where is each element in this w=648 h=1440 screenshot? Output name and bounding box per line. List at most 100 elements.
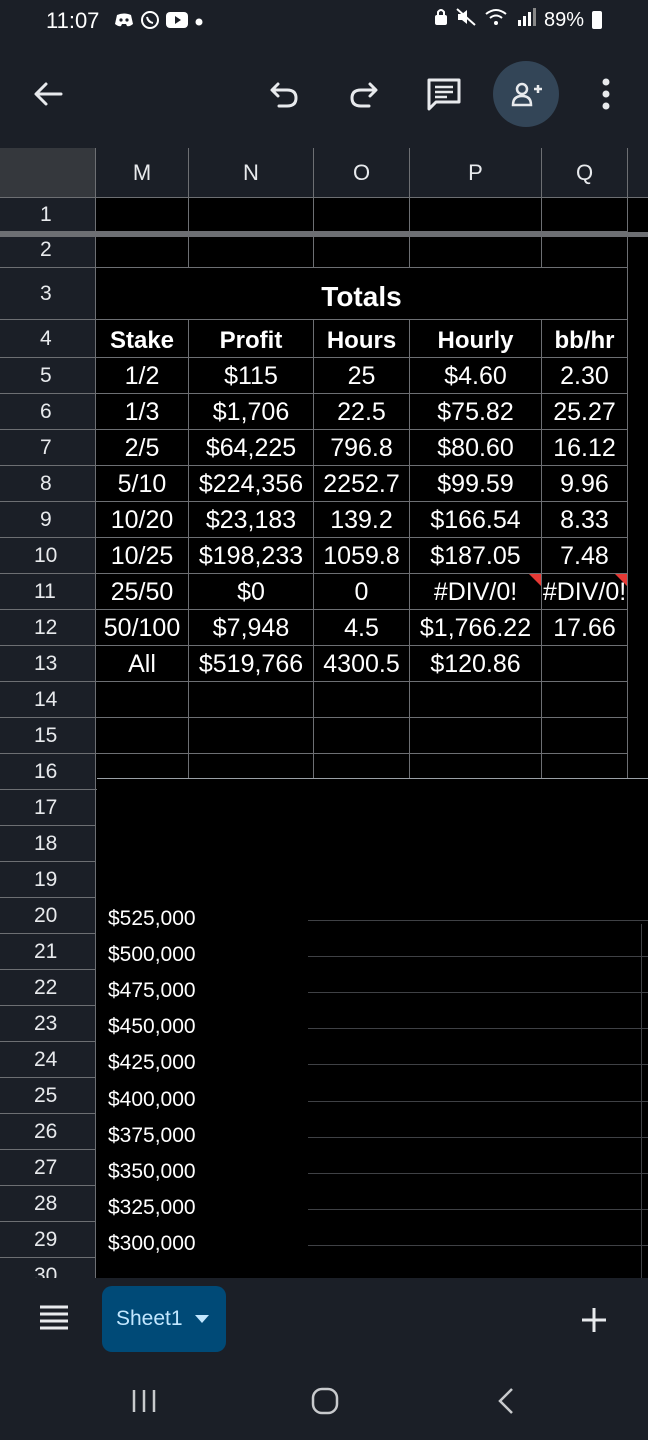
row-header-20[interactable]: 20 bbox=[0, 898, 96, 934]
data-cell[interactable]: 10/20 bbox=[96, 502, 189, 538]
row-header-18[interactable]: 18 bbox=[0, 826, 96, 862]
column-header-q[interactable]: Q bbox=[542, 148, 628, 198]
data-cell[interactable]: 16.12 bbox=[542, 430, 628, 466]
data-cell[interactable]: $75.82 bbox=[410, 394, 542, 430]
cell-empty[interactable] bbox=[410, 232, 542, 268]
row-header-23[interactable]: 23 bbox=[0, 1006, 96, 1042]
undo-button[interactable] bbox=[256, 66, 312, 122]
column-header-r[interactable] bbox=[628, 148, 648, 198]
spreadsheet-grid[interactable]: M N O P Q 1 2 3 4 5 6 7 8 9 10 11 12 13 14 15 16 17 18 19 2… bbox=[0, 148, 648, 1278]
data-cell[interactable]: All bbox=[96, 646, 189, 682]
row-header-16[interactable]: 16 bbox=[0, 754, 96, 790]
row-header-26[interactable]: 26 bbox=[0, 1114, 96, 1150]
data-cell[interactable]: 0 bbox=[314, 574, 410, 610]
row-header-15[interactable]: 15 bbox=[0, 718, 96, 754]
back-button[interactable] bbox=[20, 66, 76, 122]
header-cell-profit[interactable]: Profit bbox=[189, 320, 314, 358]
cell-empty[interactable] bbox=[96, 682, 189, 718]
cell-empty[interactable] bbox=[189, 198, 314, 232]
cell-empty[interactable] bbox=[542, 198, 628, 232]
select-all-corner[interactable] bbox=[0, 148, 96, 198]
cell-empty[interactable] bbox=[410, 718, 542, 754]
row-header-12[interactable]: 12 bbox=[0, 610, 96, 646]
data-cell[interactable]: $120.86 bbox=[410, 646, 542, 682]
header-cell-stake[interactable]: Stake bbox=[96, 320, 189, 358]
data-cell[interactable]: $198,233 bbox=[189, 538, 314, 574]
data-cell[interactable]: 1059.8 bbox=[314, 538, 410, 574]
row-header-22[interactable]: 22 bbox=[0, 970, 96, 1006]
data-cell[interactable]: $115 bbox=[189, 358, 314, 394]
row-header-28[interactable]: 28 bbox=[0, 1186, 96, 1222]
more-options-button[interactable] bbox=[578, 66, 634, 122]
data-cell[interactable]: $64,225 bbox=[189, 430, 314, 466]
data-cell[interactable]: 796.8 bbox=[314, 430, 410, 466]
data-cell[interactable]: 1/2 bbox=[96, 358, 189, 394]
data-cell[interactable]: 50/100 bbox=[96, 610, 189, 646]
totals-title-cell[interactable]: Totals bbox=[96, 268, 628, 320]
row-header-21[interactable]: 21 bbox=[0, 934, 96, 970]
data-cell[interactable]: 2.30 bbox=[542, 358, 628, 394]
cell-empty[interactable] bbox=[410, 682, 542, 718]
home-button[interactable] bbox=[310, 1386, 340, 1421]
redo-button[interactable] bbox=[336, 66, 392, 122]
row-header-10[interactable]: 10 bbox=[0, 538, 96, 574]
data-cell[interactable] bbox=[542, 646, 628, 682]
frozen-row-divider[interactable] bbox=[0, 232, 648, 237]
data-cell[interactable]: $7,948 bbox=[189, 610, 314, 646]
data-cell[interactable]: $99.59 bbox=[410, 466, 542, 502]
data-cell[interactable]: 17.66 bbox=[542, 610, 628, 646]
data-cell[interactable]: 7.48 bbox=[542, 538, 628, 574]
cell-empty[interactable] bbox=[189, 232, 314, 268]
cell-empty[interactable] bbox=[542, 718, 628, 754]
column-header-o[interactable]: O bbox=[314, 148, 410, 198]
cell-empty[interactable] bbox=[96, 718, 189, 754]
cell-empty[interactable] bbox=[410, 198, 542, 232]
add-sheet-button[interactable] bbox=[580, 1306, 608, 1339]
data-cell[interactable]: 1/3 bbox=[96, 394, 189, 430]
cell-empty[interactable] bbox=[189, 682, 314, 718]
data-cell[interactable]: $1,706 bbox=[189, 394, 314, 430]
recent-apps-button[interactable] bbox=[130, 1388, 158, 1419]
sheet-tab-sheet1[interactable]: Sheet1 bbox=[102, 1286, 226, 1352]
row-header-11[interactable]: 11 bbox=[0, 574, 96, 610]
comment-button[interactable] bbox=[416, 66, 472, 122]
data-cell[interactable]: 2/5 bbox=[96, 430, 189, 466]
row-header-27[interactable]: 27 bbox=[0, 1150, 96, 1186]
cell-empty[interactable] bbox=[96, 198, 189, 232]
header-cell-hourly[interactable]: Hourly bbox=[410, 320, 542, 358]
data-cell[interactable]: $519,766 bbox=[189, 646, 314, 682]
row-header-4[interactable]: 4 bbox=[0, 320, 96, 358]
row-header-6[interactable]: 6 bbox=[0, 394, 96, 430]
share-button[interactable] bbox=[493, 61, 559, 127]
data-cell[interactable]: $0 bbox=[189, 574, 314, 610]
row-header-25[interactable]: 25 bbox=[0, 1078, 96, 1114]
data-cell[interactable]: $187.05 bbox=[410, 538, 542, 574]
data-cell[interactable]: $80.60 bbox=[410, 430, 542, 466]
column-header-n[interactable]: N bbox=[189, 148, 314, 198]
row-header-24[interactable]: 24 bbox=[0, 1042, 96, 1078]
data-cell[interactable]: 10/25 bbox=[96, 538, 189, 574]
data-cell[interactable]: $4.60 bbox=[410, 358, 542, 394]
data-cell[interactable]: 25 bbox=[314, 358, 410, 394]
row-header-17[interactable]: 17 bbox=[0, 790, 96, 826]
header-cell-hours[interactable]: Hours bbox=[314, 320, 410, 358]
header-cell-bbhr[interactable]: bb/hr bbox=[542, 320, 628, 358]
data-cell[interactable]: 2252.7 bbox=[314, 466, 410, 502]
row-header-5[interactable]: 5 bbox=[0, 358, 96, 394]
row-header-19[interactable]: 19 bbox=[0, 862, 96, 898]
data-cell[interactable]: $224,356 bbox=[189, 466, 314, 502]
data-cell[interactable]: 4300.5 bbox=[314, 646, 410, 682]
data-cell[interactable]: 139.2 bbox=[314, 502, 410, 538]
column-header-m[interactable]: M bbox=[96, 148, 189, 198]
data-cell[interactable]: 5/10 bbox=[96, 466, 189, 502]
row-header-9[interactable]: 9 bbox=[0, 502, 96, 538]
data-cell[interactable]: $23,183 bbox=[189, 502, 314, 538]
data-cell[interactable]: #DIV/0! bbox=[410, 574, 542, 610]
data-cell[interactable]: 4.5 bbox=[314, 610, 410, 646]
row-header-30[interactable]: 30 bbox=[0, 1258, 96, 1278]
row-header-1[interactable]: 1 bbox=[0, 198, 96, 232]
data-cell[interactable]: 25.27 bbox=[542, 394, 628, 430]
data-cell[interactable]: $1,766.22 bbox=[410, 610, 542, 646]
data-cell[interactable]: #DIV/0! bbox=[542, 574, 628, 610]
cell-empty[interactable] bbox=[314, 198, 410, 232]
